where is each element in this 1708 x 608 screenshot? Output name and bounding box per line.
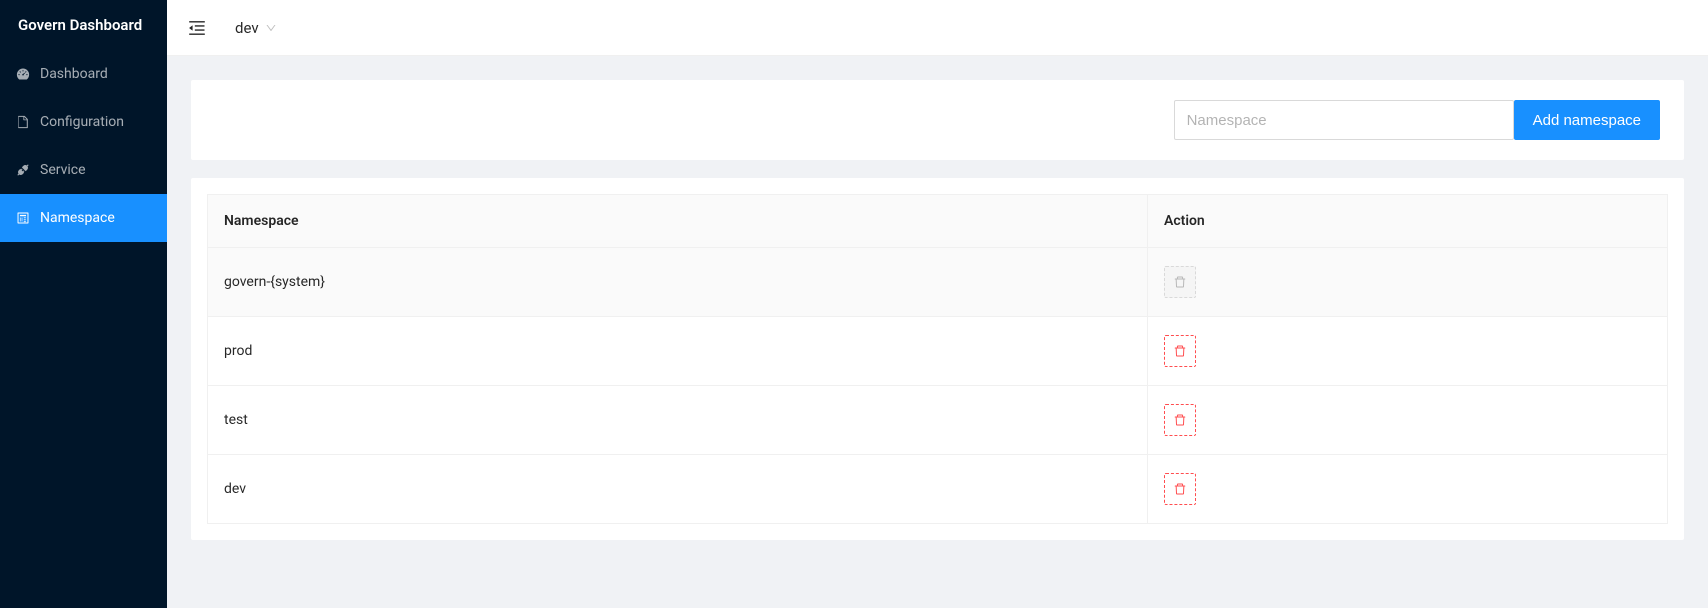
column-header-action: Action [1148,195,1668,248]
table-row: govern-{system} [208,248,1668,317]
namespace-cell: govern-{system} [208,248,1148,317]
action-cell [1148,386,1668,455]
table-row: test [208,386,1668,455]
delete-button[interactable] [1164,335,1196,367]
menu-fold-icon [187,18,207,38]
header: dev [167,0,1708,56]
page-content: Add namespace Namespace Action govern-{s… [167,56,1708,564]
api-icon [16,163,30,177]
sidebar-item-label: Service [40,162,86,178]
action-cell [1148,317,1668,386]
table-row: dev [208,455,1668,524]
chevron-down-icon [265,22,277,34]
sidebar-item-configuration[interactable]: Configuration [0,98,167,146]
sidebar-item-label: Namespace [40,210,115,226]
action-cell [1148,248,1668,317]
namespace-cell: test [208,386,1148,455]
sidebar-item-namespace[interactable]: Namespace [0,194,167,242]
table-card: Namespace Action govern-{system}prodtest… [191,178,1684,540]
search-card: Add namespace [191,80,1684,160]
partition-icon [16,211,30,225]
trash-icon [1173,482,1187,496]
sidebar-menu: Dashboard Configuration Service Namespac… [0,50,167,242]
sidebar-item-service[interactable]: Service [0,146,167,194]
env-select-value: dev [235,19,259,37]
delete-button[interactable] [1164,404,1196,436]
delete-button [1164,266,1196,298]
add-namespace-button[interactable]: Add namespace [1514,100,1660,140]
table-header-row: Namespace Action [208,195,1668,248]
column-header-namespace: Namespace [208,195,1148,248]
sidebar-item-label: Dashboard [40,66,108,82]
menu-collapse-button[interactable] [187,18,207,38]
sidebar-item-label: Configuration [40,114,124,130]
sidebar-item-dashboard[interactable]: Dashboard [0,50,167,98]
namespace-table: Namespace Action govern-{system}prodtest… [207,194,1668,524]
main-content: dev Add namespace Namespace Action [167,0,1708,608]
trash-icon [1173,344,1187,358]
namespace-cell: dev [208,455,1148,524]
namespace-search-input[interactable] [1174,100,1514,140]
env-select[interactable]: dev [235,19,277,37]
file-icon [16,115,30,129]
trash-icon [1173,413,1187,427]
delete-button[interactable] [1164,473,1196,505]
sidebar: Govern Dashboard Dashboard Configuration… [0,0,167,608]
app-title: Govern Dashboard [0,0,167,50]
action-cell [1148,455,1668,524]
namespace-cell: prod [208,317,1148,386]
table-row: prod [208,317,1668,386]
dashboard-icon [16,67,30,81]
trash-icon [1173,275,1187,289]
